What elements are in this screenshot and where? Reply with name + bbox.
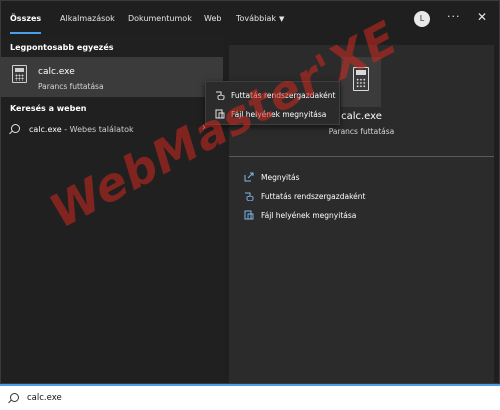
search-icon: [10, 393, 19, 402]
best-match-name: calc.exe: [38, 67, 75, 77]
open-file-location-action[interactable]: Fájl helyének megnyitása: [241, 207, 441, 225]
search-icon: [11, 124, 20, 133]
close-icon[interactable]: ✕: [477, 10, 487, 24]
search-box[interactable]: calc.exe: [0, 384, 500, 410]
open-action[interactable]: Megnyitás: [241, 169, 441, 187]
open-icon: [244, 172, 254, 182]
web-result-text: calc.exe - Webes találatok: [29, 125, 134, 134]
detail-subtitle: Parancs futtatása: [328, 127, 395, 136]
ctx-run-as-admin[interactable]: Futtatás rendszergazdaként: [206, 85, 341, 105]
more-options-icon[interactable]: ···: [447, 10, 461, 23]
divider: [229, 156, 494, 157]
search-tab-bar: Összes Alkalmazások Dokumentumok Web Tov…: [1, 1, 499, 37]
best-match-subtitle: Parancs futtatása: [38, 82, 104, 91]
folder-location-icon: [244, 210, 254, 220]
web-search-heading: Keresés a weben: [10, 104, 87, 113]
best-match-heading: Legpontosabb egyezés: [10, 43, 114, 52]
caret-down-icon: ▼: [278, 15, 285, 23]
avatar[interactable]: L: [414, 11, 430, 27]
search-input[interactable]: calc.exe: [27, 393, 62, 403]
context-menu: Futtatás rendszergazdaként Fájl helyének…: [205, 81, 340, 125]
search-window: Összes Alkalmazások Dokumentumok Web Tov…: [0, 0, 500, 384]
calculator-icon: [12, 65, 27, 83]
folder-location-icon: [215, 109, 225, 119]
shield-run-icon: [245, 192, 254, 201]
calculator-icon: [353, 67, 369, 91]
tab-documents[interactable]: Dokumentumok: [128, 1, 192, 37]
ctx-open-file-location[interactable]: Fájl helyének megnyitása: [206, 104, 341, 124]
tab-all[interactable]: Összes: [10, 1, 42, 37]
tab-web[interactable]: Web: [204, 1, 221, 37]
run-as-admin-action[interactable]: Futtatás rendszergazdaként: [241, 188, 441, 206]
best-match-result[interactable]: [1, 57, 223, 97]
tab-more[interactable]: Továbbiak ▼: [236, 1, 284, 37]
shield-run-icon: [216, 91, 225, 100]
tab-apps[interactable]: Alkalmazások: [60, 1, 115, 37]
